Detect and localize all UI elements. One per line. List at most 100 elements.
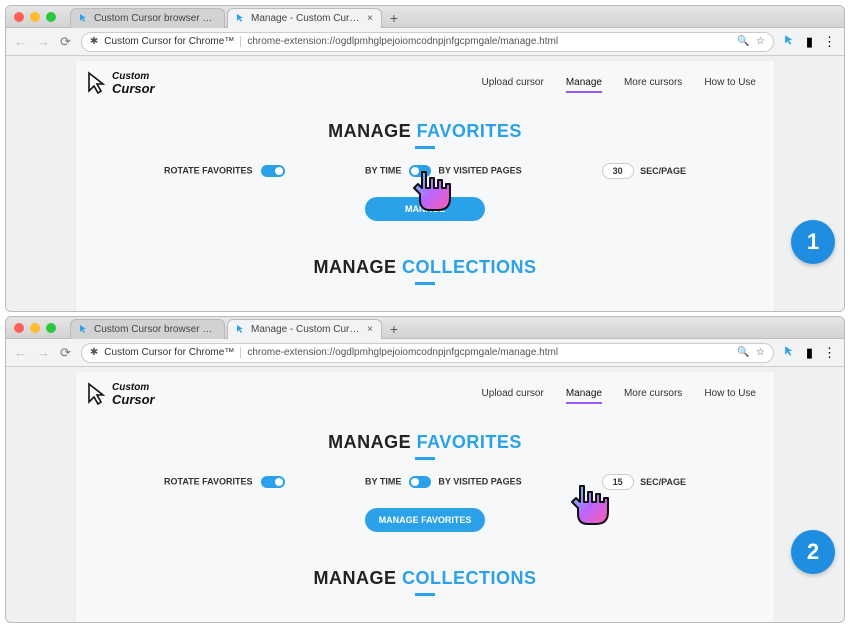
title-underline <box>415 457 435 460</box>
logo-text: CustomCursor <box>112 72 155 95</box>
address-bar: ← → ⟳ ✱ Custom Cursor for Chrome™ chrome… <box>6 28 844 56</box>
maximize-window-button[interactable] <box>46 12 56 22</box>
url-text: chrome-extension://ogdlpmhglpejoiomcodnp… <box>247 347 731 358</box>
minimize-window-button[interactable] <box>30 323 40 333</box>
close-window-button[interactable] <box>14 323 24 333</box>
rotate-favorites-toggle[interactable] <box>261 165 285 177</box>
page-card: CustomCursor Upload cursor Manage More c… <box>76 61 774 312</box>
nav-upload[interactable]: Upload cursor <box>482 388 544 404</box>
menu-icon[interactable]: ⋮ <box>823 345 836 361</box>
logo[interactable]: CustomCursor <box>86 71 155 95</box>
sec-label: SEC/PAGE <box>640 477 686 487</box>
page-card: CustomCursor Upload cursor Manage More c… <box>76 372 774 623</box>
nav-how-to-use[interactable]: How to Use <box>704 388 756 404</box>
by-time-label: BY TIME <box>365 165 401 175</box>
nav-manage[interactable]: Manage <box>566 388 602 404</box>
reload-button[interactable]: ⟳ <box>60 345 71 361</box>
manage-favorites-button[interactable]: MANAGE FAVORITES <box>365 508 485 532</box>
nav-upload[interactable]: Upload cursor <box>482 77 544 93</box>
sec-input[interactable]: 15 <box>602 474 634 490</box>
extension-icons: ▮ ⋮ <box>784 344 836 362</box>
rotate-favorites-control: ROTATE FAVORITES <box>164 476 285 488</box>
rotate-favorites-label: ROTATE FAVORITES <box>164 476 253 486</box>
nav-more-cursors[interactable]: More cursors <box>624 388 682 404</box>
sec-input[interactable]: 30 <box>602 163 634 179</box>
back-button[interactable]: ← <box>14 345 27 360</box>
tab-manage-active[interactable]: Manage - Custom Cursor for Ch × <box>227 319 382 339</box>
manage-collections-section: MANAGE COLLECTIONS <box>76 568 774 596</box>
logo-cursor-icon <box>86 382 108 406</box>
rotation-mode-control: BY TIME BY VISITED PAGES <box>365 165 522 177</box>
tab-manage-active[interactable]: Manage - Custom Cursor for Ch × <box>227 8 382 28</box>
manage-favorites-button[interactable]: MANAGE <box>365 197 485 221</box>
section-title: MANAGE FAVORITES <box>76 121 774 142</box>
nav-more-cursors[interactable]: More cursors <box>624 77 682 93</box>
nav-manage[interactable]: Manage <box>566 77 602 93</box>
address-bar: ← → ⟳ ✱ Custom Cursor for Chrome™ chrome… <box>6 339 844 367</box>
extension-icon: ✱ <box>90 347 98 358</box>
tab-extension-store[interactable]: Custom Cursor browser extensi <box>70 8 225 28</box>
logo-cursor-icon <box>86 71 108 95</box>
url-text: chrome-extension://ogdlpmhglpejoiomcodnp… <box>247 36 731 47</box>
extension-icon-2[interactable]: ▮ <box>806 34 813 50</box>
tab-title: Manage - Custom Cursor for Ch <box>251 324 361 335</box>
cursor-icon <box>236 324 246 334</box>
new-tab-button[interactable]: + <box>384 321 404 339</box>
forward-button[interactable]: → <box>37 345 50 360</box>
bookmark-star-icon[interactable]: ☆ <box>756 36 765 47</box>
manage-collections-section: MANAGE COLLECTIONS <box>76 257 774 285</box>
extension-icon: ✱ <box>90 36 98 47</box>
main-nav: Upload cursor Manage More cursors How to… <box>482 388 756 404</box>
browser-window-step-1: Custom Cursor browser extensi Manage - C… <box>5 5 845 312</box>
maximize-window-button[interactable] <box>46 323 56 333</box>
rotate-favorites-toggle[interactable] <box>261 476 285 488</box>
by-visited-label: BY VISITED PAGES <box>438 165 521 175</box>
sec-label: SEC/PAGE <box>640 166 686 176</box>
nav-how-to-use[interactable]: How to Use <box>704 77 756 93</box>
title-underline <box>415 282 435 285</box>
tab-title: Manage - Custom Cursor for Ch <box>251 13 361 24</box>
reload-button[interactable]: ⟳ <box>60 34 71 50</box>
title-underline <box>415 146 435 149</box>
section-title: MANAGE COLLECTIONS <box>76 257 774 278</box>
back-button[interactable]: ← <box>14 34 27 49</box>
rotation-mode-toggle[interactable] <box>409 165 431 177</box>
omnibox[interactable]: ✱ Custom Cursor for Chrome™ chrome-exten… <box>81 32 774 52</box>
manage-favorites-section: MANAGE FAVORITES ROTATE FAVORITES BY TIM… <box>76 121 774 221</box>
sec-per-page-control: 15 SEC/PAGE <box>602 474 686 490</box>
zoom-icon[interactable]: 🔍 <box>737 347 749 358</box>
favorites-controls-row: ROTATE FAVORITES BY TIME BY VISITED PAGE… <box>76 163 774 179</box>
extension-icons: ▮ ⋮ <box>784 33 836 51</box>
extension-icon-2[interactable]: ▮ <box>806 345 813 361</box>
section-title: MANAGE FAVORITES <box>76 432 774 453</box>
custom-cursor-ext-icon[interactable] <box>784 344 796 362</box>
step-badge-1: 1 <box>791 220 835 264</box>
close-window-button[interactable] <box>14 12 24 22</box>
rotate-favorites-label: ROTATE FAVORITES <box>164 165 253 175</box>
menu-icon[interactable]: ⋮ <box>823 34 836 50</box>
page-content: CustomCursor Upload cursor Manage More c… <box>6 367 844 623</box>
window-controls <box>14 323 56 333</box>
section-title: MANAGE COLLECTIONS <box>76 568 774 589</box>
logo-text: CustomCursor <box>112 383 155 406</box>
bookmark-star-icon[interactable]: ☆ <box>756 347 765 358</box>
window-controls <box>14 12 56 22</box>
main-nav: Upload cursor Manage More cursors How to… <box>482 77 756 93</box>
step-badge-2: 2 <box>791 530 835 574</box>
custom-cursor-ext-icon[interactable] <box>784 33 796 51</box>
new-tab-button[interactable]: + <box>384 10 404 28</box>
cursor-icon <box>79 13 89 23</box>
title-underline <box>415 593 435 596</box>
forward-button[interactable]: → <box>37 34 50 49</box>
logo[interactable]: CustomCursor <box>86 382 155 406</box>
titlebar: Custom Cursor browser extensi Manage - C… <box>6 6 844 28</box>
rotation-mode-toggle[interactable] <box>409 476 431 488</box>
omnibox[interactable]: ✱ Custom Cursor for Chrome™ chrome-exten… <box>81 343 774 363</box>
zoom-icon[interactable]: 🔍 <box>737 36 749 47</box>
close-tab-icon[interactable]: × <box>367 13 373 24</box>
minimize-window-button[interactable] <box>30 12 40 22</box>
by-time-label: BY TIME <box>365 476 401 486</box>
close-tab-icon[interactable]: × <box>367 324 373 335</box>
tab-extension-store[interactable]: Custom Cursor browser extensi <box>70 319 225 339</box>
cursor-icon <box>79 324 89 334</box>
